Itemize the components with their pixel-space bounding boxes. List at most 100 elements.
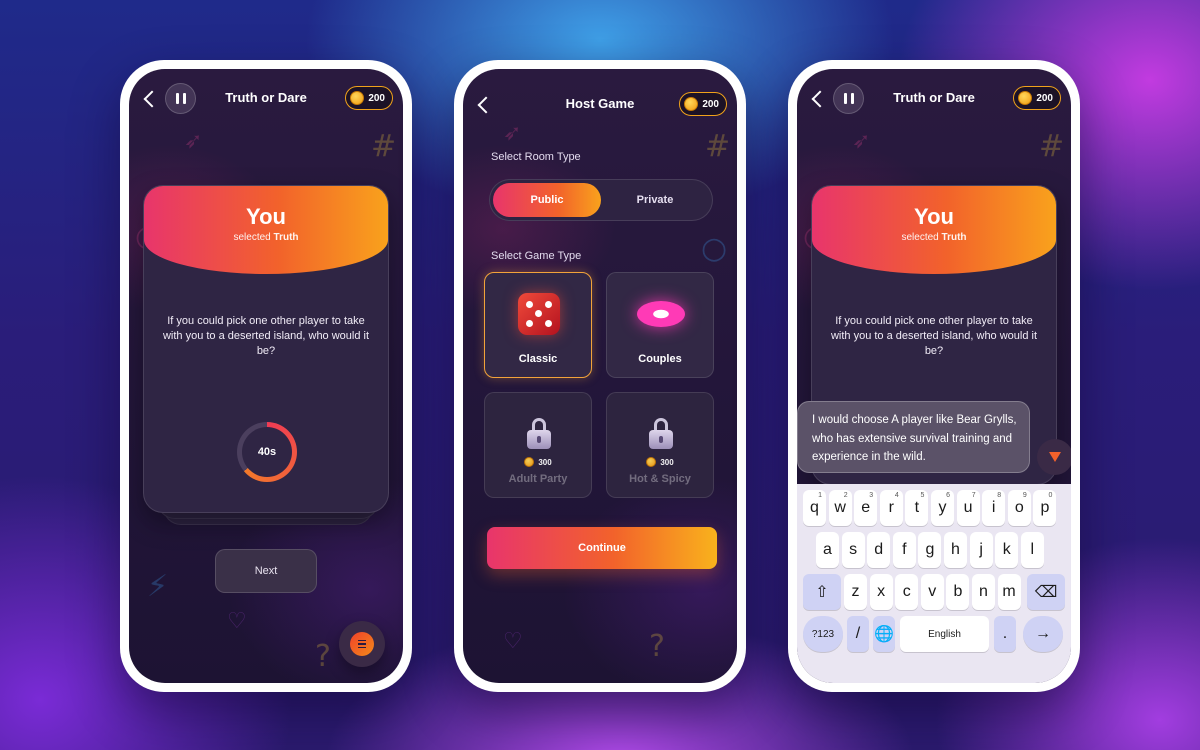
- key-v[interactable]: v: [920, 574, 944, 610]
- key-i[interactable]: i8: [982, 490, 1006, 526]
- game-type-label: Select Game Type: [491, 250, 582, 262]
- dice-icon: [518, 293, 560, 335]
- key-c[interactable]: c: [895, 574, 919, 610]
- period-key[interactable]: .: [994, 616, 1016, 652]
- key-hint: 1: [818, 492, 822, 499]
- room-option-private[interactable]: Private: [601, 183, 709, 217]
- top-bar: Truth or Dare 200: [797, 81, 1071, 117]
- key-a[interactable]: a: [816, 532, 839, 568]
- timer-value: 40s: [242, 427, 292, 477]
- keyboard-row-4: ?123 / 🌐 English . →: [797, 616, 1071, 652]
- next-button[interactable]: Next: [215, 549, 317, 593]
- continue-button[interactable]: Continue: [487, 527, 717, 569]
- arrow-doodle-icon: ➶: [852, 129, 871, 154]
- key-p[interactable]: p0: [1033, 490, 1057, 526]
- key-hint: 2: [843, 492, 848, 499]
- key-hint: 7: [971, 492, 976, 499]
- coin-icon: [350, 91, 365, 105]
- key-hint: 0: [1048, 492, 1053, 499]
- coin-balance[interactable]: 200: [345, 86, 393, 110]
- screen-truth-answer: ◔ # ➶ Truth or Dare 200 You selected Tru…: [797, 69, 1071, 683]
- key-q[interactable]: q1: [803, 490, 826, 526]
- coin-icon: [684, 97, 699, 111]
- room-option-public[interactable]: Public: [493, 183, 601, 217]
- coin-balance[interactable]: 200: [679, 92, 727, 116]
- coin-count: 200: [1036, 92, 1053, 104]
- key-y[interactable]: y6: [931, 490, 954, 526]
- slash-key[interactable]: /: [847, 616, 869, 652]
- key-f[interactable]: f: [892, 532, 916, 568]
- answer-input[interactable]: I would choose A player like Bear Grylls…: [797, 401, 1030, 473]
- coin-count: 200: [702, 98, 719, 110]
- hashtag-doodle-icon: #: [371, 129, 397, 164]
- screen-truth-or-dare: ◔ # ➶ ⚡ ? ♡ Truth or Dare 200 You select…: [129, 69, 403, 683]
- lock-icon: [527, 418, 551, 449]
- room-type-toggle: Public Private: [489, 179, 713, 221]
- lightning-doodle-icon: ⚡: [147, 569, 169, 604]
- selection-text: selected Truth: [901, 232, 967, 243]
- key-e[interactable]: e3: [854, 490, 878, 526]
- game-type-adult-party[interactable]: 300 Adult Party: [484, 392, 592, 498]
- key-s[interactable]: s: [841, 532, 865, 568]
- keyboard-row-2: asdfghjkl: [797, 532, 1071, 568]
- key-h[interactable]: h: [944, 532, 967, 568]
- screen-host-game: ➶ # ○ ? ♡ Host Game 200 Select Room Type…: [463, 69, 737, 683]
- game-type-classic[interactable]: Classic: [484, 272, 592, 378]
- phone-truth-answer: ◔ # ➶ Truth or Dare 200 You selected Tru…: [788, 60, 1080, 692]
- key-g[interactable]: g: [918, 532, 942, 568]
- key-d[interactable]: d: [867, 532, 891, 568]
- key-t[interactable]: t5: [905, 490, 929, 526]
- heart-doodle-icon: ♡: [227, 609, 247, 634]
- key-hint: 9: [1022, 492, 1027, 499]
- top-bar: Truth or Dare 200: [129, 81, 403, 117]
- question-doodle-icon: ?: [649, 629, 665, 664]
- shift-key[interactable]: ⇧: [803, 574, 841, 610]
- key-n[interactable]: n: [972, 574, 995, 610]
- key-w[interactable]: w2: [828, 490, 852, 526]
- hashtag-doodle-icon: #: [705, 129, 731, 164]
- lock-icon: [649, 418, 673, 449]
- key-hint: 3: [869, 492, 874, 499]
- phone-host-game: ➶ # ○ ? ♡ Host Game 200 Select Room Type…: [454, 60, 746, 692]
- key-u[interactable]: u7: [956, 490, 980, 526]
- keyboard-row-1: q1w2e3r4t5y6u7i8o9p0: [797, 490, 1071, 526]
- lips-icon: [637, 301, 685, 327]
- key-z[interactable]: z: [844, 574, 867, 610]
- key-j[interactable]: j: [969, 532, 993, 568]
- question-text: If you could pick one other player to ta…: [830, 315, 1038, 357]
- key-hint: 5: [920, 492, 925, 499]
- send-button[interactable]: [1037, 439, 1071, 475]
- key-hint: 8: [997, 492, 1002, 499]
- enter-key[interactable]: →: [1023, 616, 1063, 652]
- menu-fab-button[interactable]: [339, 621, 385, 667]
- backspace-key[interactable]: ⌫: [1027, 574, 1065, 610]
- game-type-name: Hot & Spicy: [629, 473, 691, 485]
- key-k[interactable]: k: [995, 532, 1019, 568]
- space-key[interactable]: English: [900, 616, 989, 652]
- game-type-couples[interactable]: Couples: [606, 272, 714, 378]
- card-header: You selected Truth: [812, 186, 1056, 274]
- key-hint: 4: [894, 492, 899, 499]
- player-heading: You: [246, 204, 286, 229]
- key-m[interactable]: m: [997, 574, 1021, 610]
- game-type-name: Adult Party: [508, 473, 568, 485]
- top-bar: Host Game 200: [463, 87, 737, 123]
- key-b[interactable]: b: [946, 574, 970, 610]
- player-heading: You: [914, 204, 954, 229]
- key-r[interactable]: r4: [879, 490, 903, 526]
- symbols-key[interactable]: ?123: [803, 616, 843, 652]
- on-screen-keyboard: q1w2e3r4t5y6u7i8o9p0 asdfghjkl ⇧ ⌫ zxcvb…: [797, 484, 1071, 683]
- question-doodle-icon: ?: [315, 639, 331, 674]
- key-o[interactable]: o9: [1007, 490, 1031, 526]
- coin-balance[interactable]: 200: [1013, 86, 1061, 110]
- key-hint: 6: [946, 492, 950, 499]
- game-type-hot-spicy[interactable]: 300 Hot & Spicy: [606, 392, 714, 498]
- room-type-label: Select Room Type: [491, 151, 581, 163]
- truth-card: You selected Truth If you could pick one…: [143, 185, 389, 513]
- question-text: If you could pick one other player to ta…: [162, 315, 370, 357]
- globe-icon[interactable]: 🌐: [873, 616, 895, 652]
- countdown-timer: 40s: [237, 422, 297, 482]
- key-x[interactable]: x: [869, 574, 893, 610]
- list-icon: [350, 632, 374, 656]
- key-l[interactable]: l: [1020, 532, 1044, 568]
